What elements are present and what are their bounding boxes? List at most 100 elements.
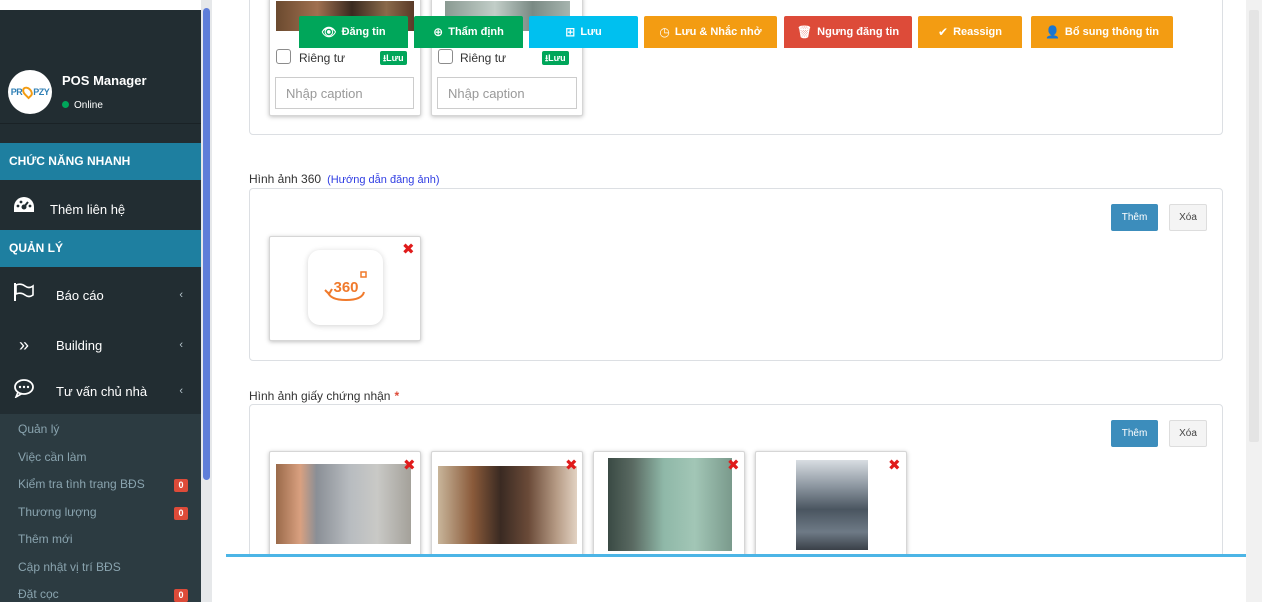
sidebar-item-label: Tư vấn chủ nhà <box>56 383 148 399</box>
submenu-item-todo[interactable]: Việc cần làm <box>18 450 86 464</box>
chevron-left-icon: ‹ <box>179 289 183 301</box>
submenu-item-manage[interactable]: Quản lý <box>18 422 59 436</box>
save-photo-button[interactable]: ⭳Lưu <box>542 51 569 65</box>
online-dot-icon <box>62 101 69 108</box>
user-status: Online <box>62 100 103 111</box>
eye-icon: 👁 <box>321 25 337 39</box>
certificate-photo[interactable] <box>608 458 732 551</box>
certificate-photo[interactable] <box>438 466 577 544</box>
publish-button[interactable]: 👁 Đăng tin <box>299 16 408 48</box>
sidebar-item-landlord-consult[interactable]: Tư vấn chủ nhà ‹ <box>0 368 201 414</box>
add-360-button[interactable]: Thêm <box>1111 204 1158 231</box>
chevron-left-icon: ‹ <box>179 339 183 351</box>
save-remind-button[interactable]: ◷ Lưu & Nhắc nhở <box>644 16 777 48</box>
user-status-label: Online <box>74 100 103 111</box>
menu-header-manage: QUẢN LÝ <box>0 230 201 267</box>
save-button[interactable]: ⊞ Lưu <box>529 16 638 48</box>
private-checkbox[interactable] <box>276 49 291 64</box>
button-label: Bổ sung thông tin <box>1064 26 1160 38</box>
sidebar-item-building[interactable]: » Building ‹ <box>0 322 201 368</box>
photo-card <box>755 451 907 561</box>
action-bar <box>226 554 1246 602</box>
sidebar: PR PZY POS Manager Online CHỨC NĂNG NHANH… <box>0 0 201 602</box>
submenu-item-check-status[interactable]: Kiểm tra tình trạng BĐS <box>18 477 145 491</box>
chat-icon <box>12 378 36 404</box>
sidebar-item-report[interactable]: Báo cáo ‹ <box>0 272 201 318</box>
avatar[interactable]: PR PZY <box>8 70 52 114</box>
appraise-button[interactable]: ⊕ Thẩm định <box>414 16 523 48</box>
save-label: Lưu <box>548 53 566 63</box>
reassign-button[interactable]: ✔ Reassign <box>918 16 1022 48</box>
sidebar-divider <box>0 123 201 124</box>
count-badge: 0 <box>174 479 188 492</box>
button-label: Đăng tin <box>341 26 386 38</box>
caption-input[interactable] <box>275 77 414 109</box>
button-label: Thẩm định <box>448 26 504 38</box>
avatar-logo-text: PR PZY <box>11 84 50 100</box>
remove-image-icon[interactable]: ✖ <box>888 458 901 473</box>
flag-icon <box>12 282 36 308</box>
photo-card <box>593 451 745 561</box>
private-label: Riêng tư <box>299 51 346 65</box>
caption-input[interactable] <box>437 77 577 109</box>
photo-card <box>431 451 583 561</box>
trash-icon: 🗑 <box>796 25 813 39</box>
delete-360-button[interactable]: Xóa <box>1169 204 1207 231</box>
save-label: Lưu <box>386 53 404 63</box>
required-mark: * <box>394 389 400 403</box>
remove-image-icon[interactable]: ✖ <box>402 242 415 257</box>
save-photo-button[interactable]: ⭳Lưu <box>380 51 407 65</box>
remove-image-icon[interactable]: ✖ <box>727 458 740 473</box>
page-scrollbar-thumb[interactable] <box>1249 10 1259 442</box>
check-icon: ✔ <box>938 25 949 39</box>
sidebar-item-add-contact[interactable]: Thêm liên hệ <box>0 186 201 232</box>
private-checkbox[interactable] <box>438 49 453 64</box>
stop-publish-button[interactable]: 🗑 Ngưng đăng tin <box>784 16 912 48</box>
clock-icon: ◷ <box>659 25 670 39</box>
section-title-text: Hình ảnh giấy chứng nhận <box>249 389 391 403</box>
add-info-button[interactable]: 👤 Bổ sung thông tin <box>1031 16 1173 48</box>
user-panel: PR PZY POS Manager Online <box>0 10 201 124</box>
icon-360-text: 360 <box>333 279 358 296</box>
upload-guide-link[interactable]: (Hướng dẫn đăng ảnh) <box>327 174 439 186</box>
chevron-left-icon: ‹ <box>179 385 183 397</box>
button-label: Lưu & Nhắc nhở <box>674 26 762 38</box>
dashboard-icon <box>12 196 36 222</box>
submenu-item-add-new[interactable]: Thêm mới <box>18 532 73 546</box>
rotate-360-icon: 360 <box>323 270 367 301</box>
remove-image-icon[interactable]: ✖ <box>403 458 416 473</box>
count-badge: 0 <box>174 507 188 520</box>
page-scrollbar[interactable] <box>1246 0 1262 602</box>
certificate-photo[interactable] <box>276 464 411 544</box>
sidebar-item-label: Thêm liên hệ <box>50 201 126 217</box>
remove-image-icon[interactable]: ✖ <box>565 458 578 473</box>
sidebar-scrollbar-thumb[interactable] <box>203 8 210 480</box>
section-title-certificate: Hình ảnh giấy chứng nhận * <box>249 389 399 403</box>
double-chevron-icon: » <box>18 334 29 355</box>
sidebar-top-strip <box>0 0 201 10</box>
sitemap-icon: ⊞ <box>565 25 576 39</box>
submenu-item-update-location[interactable]: Cập nhật vị trí BĐS <box>18 560 121 574</box>
certificate-photo[interactable] <box>796 460 868 550</box>
user-name: POS Manager <box>62 73 147 88</box>
map-pin-icon <box>20 84 36 100</box>
sidebar-item-label: Building <box>56 337 103 353</box>
submenu-list: Quản lý Việc cần làm Kiểm tra tình trạng… <box>0 414 201 602</box>
submenu-item-deposit[interactable]: Đặt cọc <box>18 587 59 601</box>
menu-header-quick: CHỨC NĂNG NHANH <box>0 143 201 180</box>
add-certificate-button[interactable]: Thêm <box>1111 420 1158 447</box>
photo-card <box>269 451 421 561</box>
image-360-thumbnail[interactable]: 360 <box>308 250 383 325</box>
search-plus-icon: ⊕ <box>433 25 444 39</box>
button-label: Lưu <box>580 26 602 38</box>
user-icon: 👤 <box>1044 25 1060 39</box>
delete-certificate-button[interactable]: Xóa <box>1169 420 1207 447</box>
private-label: Riêng tư <box>460 51 507 65</box>
button-label: Ngưng đăng tin <box>817 26 900 38</box>
sidebar-item-label: Báo cáo <box>56 287 104 303</box>
button-label: Reassign <box>953 26 1002 38</box>
count-badge: 0 <box>174 589 188 602</box>
submenu-item-negotiate[interactable]: Thương lượng <box>18 505 97 519</box>
section-title-text: Hình ảnh 360 <box>249 172 322 186</box>
section-title-360: Hình ảnh 360 (Hướng dẫn đăng ảnh) <box>249 172 440 186</box>
